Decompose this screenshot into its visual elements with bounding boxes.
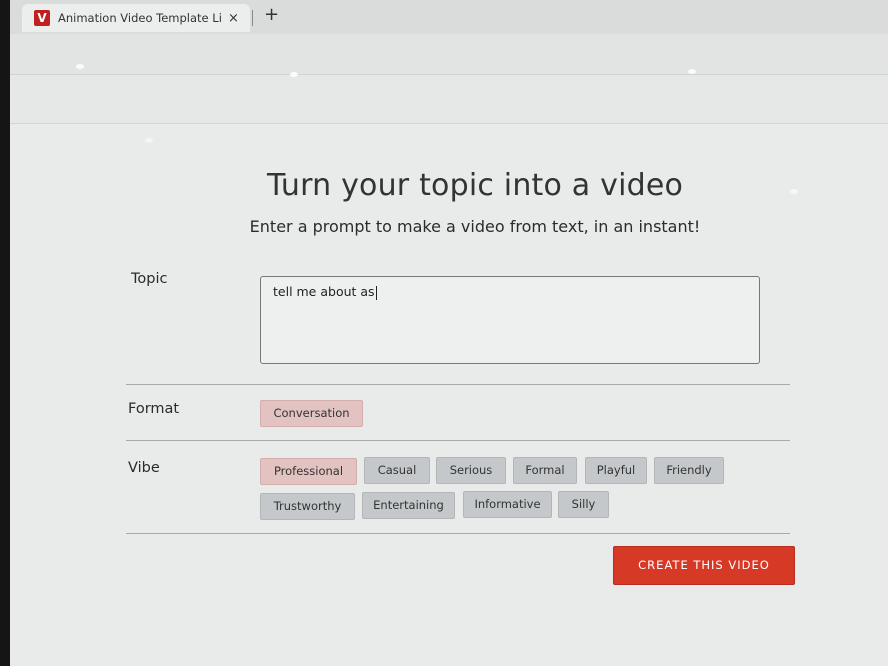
vibe-option-playful[interactable]: Playful [585, 457, 647, 484]
close-tab-icon[interactable]: × [228, 11, 239, 26]
vibe-label: Vibe [128, 460, 160, 476]
vibe-option-professional[interactable]: Professional [260, 458, 357, 485]
vibe-option-trustworthy[interactable]: Trustworthy [260, 493, 355, 520]
section-divider [126, 533, 790, 534]
browser-tab[interactable]: V Animation Video Template Libr × [22, 4, 250, 32]
browser-toolbar [10, 34, 888, 75]
glare-reflection [145, 138, 153, 143]
vibe-option-formal[interactable]: Formal [513, 457, 577, 484]
text-caret [375, 285, 377, 300]
topic-label: Topic [131, 271, 168, 287]
browser-window: V Animation Video Template Libr × + Turn… [10, 0, 888, 666]
site-header [10, 75, 888, 124]
section-divider [126, 440, 790, 441]
glare-reflection [688, 69, 696, 74]
tab-bar: V Animation Video Template Libr × + [10, 0, 888, 34]
page-title: Turn your topic into a video [266, 168, 684, 203]
vibe-option-informative[interactable]: Informative [463, 491, 552, 518]
vibe-option-casual[interactable]: Casual [364, 457, 430, 484]
topic-input[interactable]: tell me about as [260, 276, 760, 364]
site-logo-icon: V [34, 10, 50, 26]
vibe-option-entertaining[interactable]: Entertaining [362, 492, 455, 519]
glare-reflection [76, 64, 84, 69]
tab-separator [252, 10, 253, 26]
format-label: Format [128, 401, 180, 417]
vibe-option-friendly[interactable]: Friendly [654, 457, 724, 484]
vibe-option-serious[interactable]: Serious [436, 457, 506, 484]
vibe-option-silly[interactable]: Silly [558, 491, 609, 518]
tab-title: Animation Video Template Libr [58, 11, 222, 25]
glare-reflection [290, 72, 298, 77]
page-subtitle: Enter a prompt to make a video from text… [249, 217, 701, 236]
format-option-conversation[interactable]: Conversation [260, 400, 363, 427]
new-tab-icon[interactable]: + [264, 4, 279, 25]
section-divider [126, 384, 790, 385]
monitor-bezel [0, 0, 10, 666]
create-video-button[interactable]: CREATE THIS VIDEO [613, 546, 795, 585]
topic-input-value: tell me about as [273, 284, 377, 300]
